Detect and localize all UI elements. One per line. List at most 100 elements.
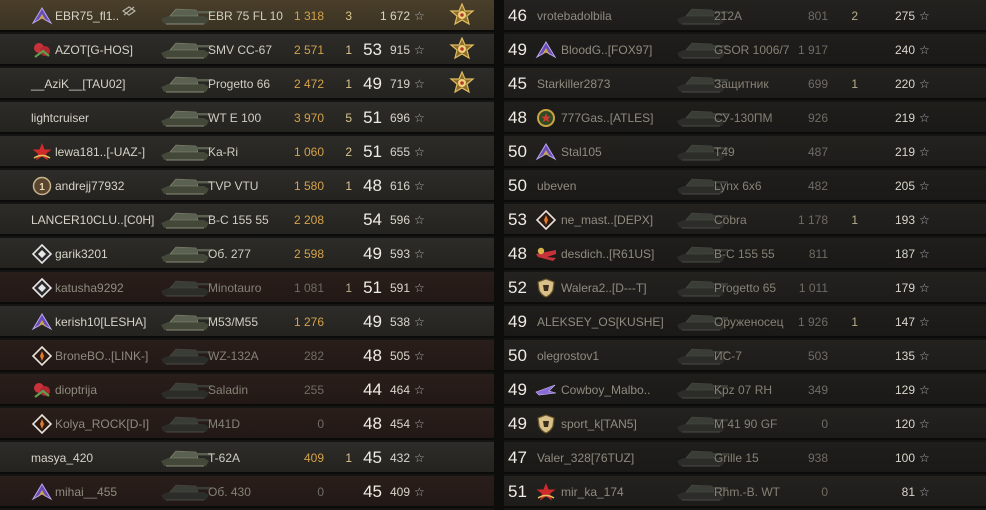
damage-value: 938 bbox=[807, 451, 828, 465]
enemy-player-row[interactable]: 49 sport_k[TAN5] M 41 90 GF 0 120 ☆ bbox=[504, 408, 986, 440]
player-name: LANCER10CLU..[C0H] bbox=[31, 213, 155, 227]
brown-coin-icon: 1 bbox=[31, 175, 53, 197]
enemy-player-row[interactable]: 46 vrotebadolbila 212A 801 2 275 ☆ bbox=[504, 0, 986, 32]
damage-value: 2 571 bbox=[293, 43, 324, 57]
player-name: Kolya_ROCK[D-I] bbox=[55, 417, 150, 431]
allied-player-row[interactable]: mihai__455 Об. 430 0 45 409 ☆ bbox=[0, 476, 494, 508]
player-name: desdich..[R61US] bbox=[561, 247, 655, 261]
medal-icon bbox=[449, 71, 475, 97]
star-icon: ☆ bbox=[919, 417, 930, 431]
allied-player-row[interactable]: BroneBO..[LINK-] WZ-132A 282 48 505 ☆ bbox=[0, 340, 494, 372]
allied-player-row[interactable]: EBR75_fl1.. EBR 75 FL 10 1 318 3 1 672 ☆ bbox=[0, 0, 494, 32]
purple-chevron-icon bbox=[535, 39, 557, 61]
star-icon: ☆ bbox=[414, 451, 425, 465]
allied-player-row[interactable]: AZOT[G-HOS] SMV CC-67 2 571 1 53 915 ☆ bbox=[0, 34, 494, 66]
star-icon: ☆ bbox=[919, 247, 930, 261]
enemy-player-row[interactable]: 48 777Gas..[ATLES] СУ-130ПМ 926 219 ☆ bbox=[504, 102, 986, 134]
enemy-player-row[interactable]: 49 Cowboy_Malbo.. Kpz 07 RH 349 129 ☆ bbox=[504, 374, 986, 406]
xp-value: 696 bbox=[389, 111, 410, 125]
tank-icon bbox=[158, 410, 212, 438]
frags-count: 1 bbox=[345, 179, 352, 193]
allied-player-row[interactable]: LANCER10CLU..[C0H] B-C 155 55 2 208 54 596 ☆ bbox=[0, 204, 494, 236]
player-name: mihai__455 bbox=[55, 485, 118, 499]
player-name: katusha9292 bbox=[55, 281, 124, 295]
star-icon: ☆ bbox=[414, 247, 425, 261]
level-value: 49 bbox=[363, 312, 382, 331]
allied-player-row[interactable]: garik3201 Об. 277 2 598 49 593 ☆ bbox=[0, 238, 494, 270]
enemy-player-row[interactable]: 50 ubeven Lynx 6x6 482 205 ☆ bbox=[504, 170, 986, 202]
frags-count: 1 bbox=[345, 281, 352, 295]
tank-name: Об. 277 bbox=[208, 247, 251, 261]
player-name: ALEKSEY_OS[KUSHE] bbox=[537, 315, 664, 329]
xp-value: 432 bbox=[389, 451, 410, 465]
damage-value: 1 926 bbox=[797, 315, 828, 329]
allied-player-row[interactable]: 1 andrejj77932 TVP VTU 1 580 1 48 616 ☆ bbox=[0, 170, 494, 202]
player-name: Cowboy_Malbo.. bbox=[561, 383, 651, 397]
enemy-player-row[interactable]: 45 Starkiller2873 Защитник 699 1 220 ☆ bbox=[504, 68, 986, 100]
frags-count: 1 bbox=[851, 213, 858, 227]
tank-name: Kpz 07 RH bbox=[714, 383, 773, 397]
tank-name: SMV CC-67 bbox=[208, 43, 273, 57]
frags-count bbox=[844, 340, 858, 372]
player-name: ne_mast..[DEPX] bbox=[561, 213, 654, 227]
level-value: 47 bbox=[508, 448, 527, 467]
player-name: andrejj77932 bbox=[55, 179, 125, 193]
purple-chevron-icon bbox=[31, 5, 53, 27]
frags-count: 3 bbox=[345, 9, 352, 23]
red-flower-icon bbox=[31, 379, 53, 401]
xp-value: 464 bbox=[389, 383, 410, 397]
frags-count bbox=[844, 374, 858, 406]
allied-player-row[interactable]: masya_420 T-62A 409 1 45 432 ☆ bbox=[0, 442, 494, 474]
player-name: Starkiller2873 bbox=[537, 77, 611, 91]
player-name: BloodG..[FOX97] bbox=[561, 43, 653, 57]
tank-name: СУ-130ПМ bbox=[714, 111, 773, 125]
level-value: 45 bbox=[508, 74, 527, 93]
enemy-player-row[interactable]: 48 desdich..[R61US] B-C 155 55 811 187 ☆ bbox=[504, 238, 986, 270]
xp-value: 81 bbox=[901, 485, 915, 499]
player-name: garik3201 bbox=[55, 247, 108, 261]
allied-player-row[interactable]: dioptrija Saladin 255 44 464 ☆ bbox=[0, 374, 494, 406]
enemy-player-row[interactable]: 50 Stal105 T49 487 219 ☆ bbox=[504, 136, 986, 168]
star-icon: ☆ bbox=[919, 145, 930, 159]
damage-value: 3 970 bbox=[293, 111, 324, 125]
level-value: 49 bbox=[508, 414, 527, 433]
allied-player-row[interactable]: katusha9292 Minotauro 1 081 1 51 591 ☆ bbox=[0, 272, 494, 304]
frags-count bbox=[844, 34, 858, 66]
allied-player-row[interactable]: __AziK__[TAU02] Progetto 66 2 472 1 49 719 ☆ bbox=[0, 68, 494, 100]
xp-value: 591 bbox=[389, 281, 410, 295]
star-icon: ☆ bbox=[414, 111, 425, 125]
xp-value: 129 bbox=[894, 383, 915, 397]
star-icon: ☆ bbox=[414, 281, 425, 295]
player-name: 777Gas..[ATLES] bbox=[561, 111, 654, 125]
star-icon: ☆ bbox=[919, 179, 930, 193]
enemy-player-row[interactable]: 52 Walera2..[D---T] Progetto 65 1 011 179 ☆ bbox=[504, 272, 986, 304]
damage-value: 1 580 bbox=[293, 179, 324, 193]
tank-name: M41D bbox=[208, 417, 241, 431]
frags-count bbox=[338, 408, 352, 440]
level-value: 51 bbox=[363, 278, 382, 297]
enemy-player-row[interactable]: 49 BloodG..[FOX97] GSOR 1006/7 1 917 240 ☆ bbox=[504, 34, 986, 66]
enemy-player-row[interactable]: 51 mir_ka_174 Rhm.-B. WT 0 81 ☆ bbox=[504, 476, 986, 508]
allied-player-row[interactable]: Kolya_ROCK[D-I] M41D 0 48 454 ☆ bbox=[0, 408, 494, 440]
white-diamond-icon bbox=[31, 243, 53, 265]
tank-icon bbox=[158, 36, 212, 64]
damage-value: 409 bbox=[303, 451, 324, 465]
enemy-player-row[interactable]: 50 olegrostov1 ИС-7 503 135 ☆ bbox=[504, 340, 986, 372]
allied-player-row[interactable]: kerish10[LESHA] M53/M55 1 276 49 538 ☆ bbox=[0, 306, 494, 338]
enemy-player-row[interactable]: 53 ne_mast..[DEPX] Cobra 1 178 1 193 ☆ bbox=[504, 204, 986, 236]
frags-count bbox=[844, 238, 858, 270]
enemy-player-row[interactable]: 47 Valer_328[76TUZ] Grille 15 938 100 ☆ bbox=[504, 442, 986, 474]
tank-name: B-C 155 55 bbox=[714, 247, 775, 261]
enemy-player-row[interactable]: 49 ALEKSEY_OS[KUSHE] Оруженосец 1 926 1 147 ☆ bbox=[504, 306, 986, 338]
star-icon: ☆ bbox=[919, 349, 930, 363]
damage-value: 2 208 bbox=[293, 213, 324, 227]
allied-player-row[interactable]: lightcruiser WT E 100 3 970 5 51 696 ☆ bbox=[0, 102, 494, 134]
enemy-team-panel: 46 vrotebadolbila 212A 801 2 275 ☆ 49 BloodG..[F… bbox=[504, 0, 986, 510]
xp-value: 187 bbox=[894, 247, 915, 261]
tank-name: M 41 90 GF bbox=[714, 417, 778, 431]
level-value: 48 bbox=[508, 244, 527, 263]
allied-player-row[interactable]: lewa181..[-UAZ-] Ka-Ri 1 060 2 51 655 ☆ bbox=[0, 136, 494, 168]
player-name: __AziK__[TAU02] bbox=[31, 77, 126, 91]
frags-count: 1 bbox=[345, 451, 352, 465]
frags-count bbox=[338, 476, 352, 508]
